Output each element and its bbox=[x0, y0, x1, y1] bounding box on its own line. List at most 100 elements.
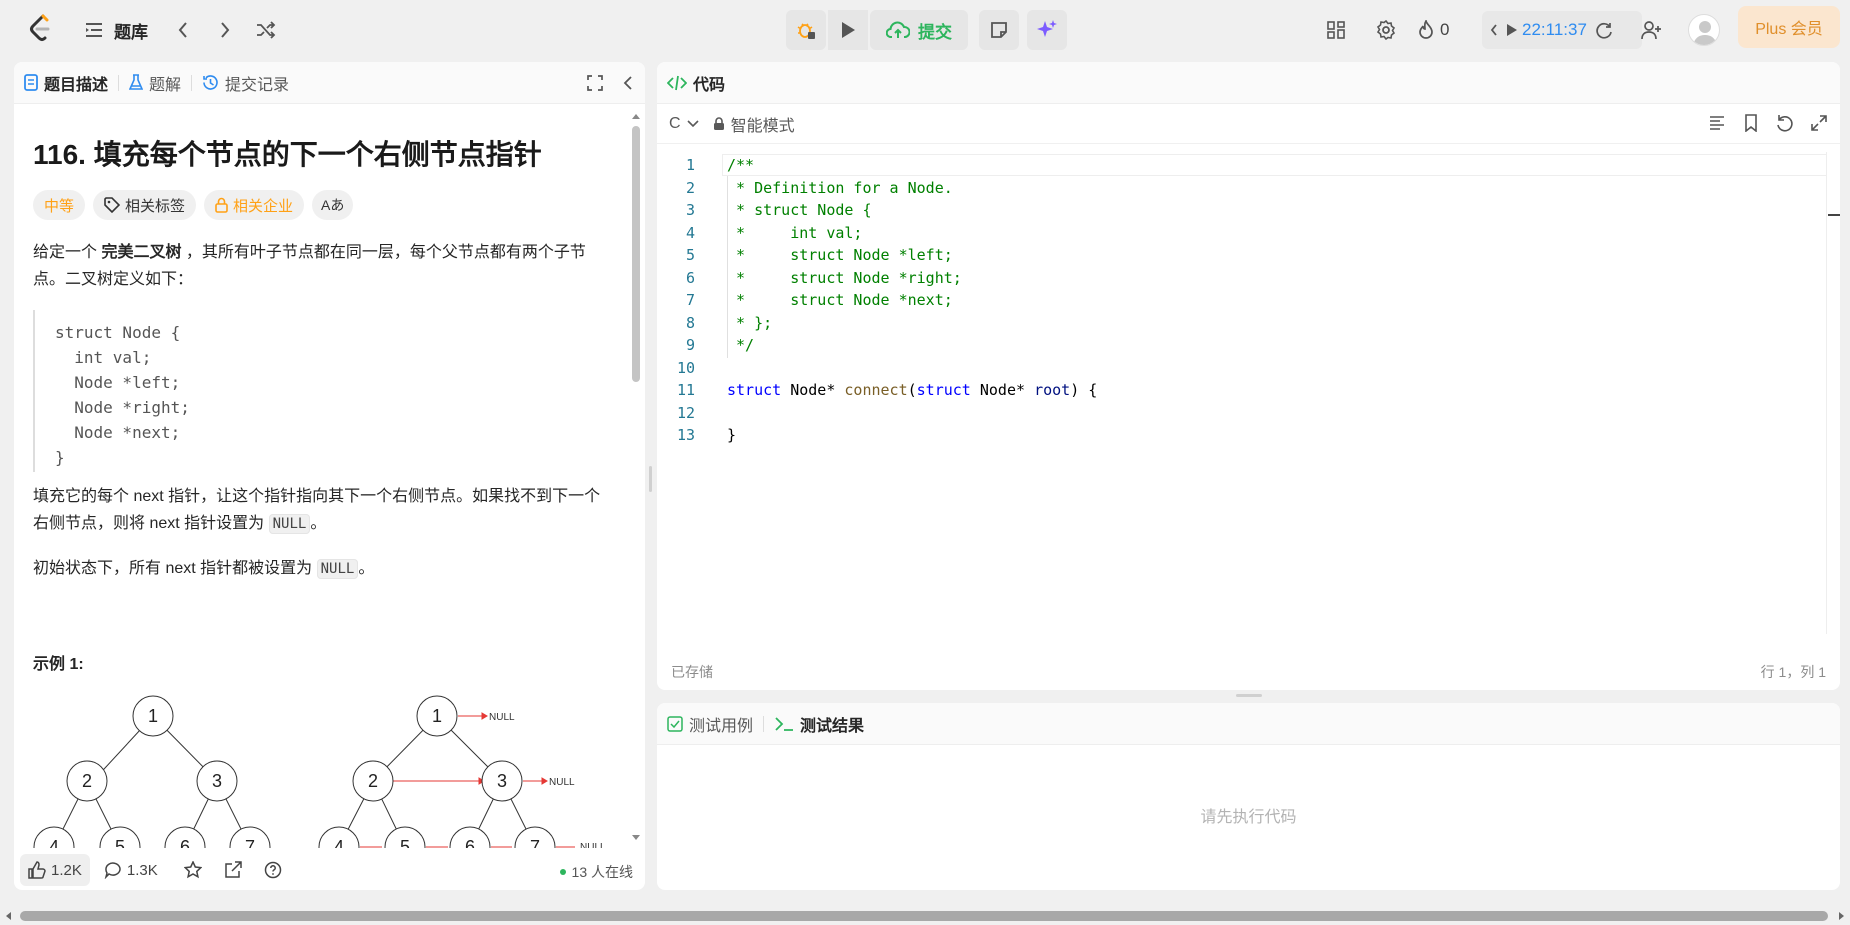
chevron-down-icon bbox=[686, 119, 699, 127]
submit-button[interactable]: 提交 bbox=[870, 10, 968, 50]
scroll-right-icon bbox=[1839, 912, 1844, 920]
timer[interactable]: 22:11:37 bbox=[1482, 11, 1642, 49]
problem-list-button[interactable]: 题库 bbox=[84, 17, 148, 43]
tab-test-case[interactable]: 测试用例 bbox=[657, 703, 763, 745]
favorite-button[interactable] bbox=[176, 854, 210, 886]
next-problem-button[interactable] bbox=[211, 16, 239, 44]
scrollbar-thumb[interactable] bbox=[632, 126, 640, 382]
tree-node: 2 bbox=[368, 771, 378, 791]
expand-editor-button[interactable] bbox=[1810, 114, 1828, 132]
invite-button[interactable] bbox=[1638, 16, 1666, 44]
horizontal-splitter[interactable] bbox=[1236, 694, 1262, 697]
smart-mode-toggle[interactable]: 智能模式 bbox=[713, 112, 795, 136]
related-tags-button[interactable]: 相关标签 bbox=[93, 190, 197, 220]
null-code: NULL bbox=[268, 514, 311, 534]
page-horizontal-scrollbar[interactable] bbox=[0, 905, 1850, 925]
problem-footer: 1.2K 1.3K 13 人在线 bbox=[14, 850, 645, 890]
random-problem-button[interactable] bbox=[252, 16, 280, 44]
tab-description-label: 题目描述 bbox=[44, 76, 109, 94]
code-line: 3 * struct Node { bbox=[657, 199, 1827, 222]
format-button[interactable] bbox=[1708, 114, 1726, 132]
share-icon bbox=[224, 861, 242, 878]
left-tabs: 题目描述 题解 提交记录 bbox=[14, 62, 645, 104]
struct-definition: struct Node { int val; Node *left; Node … bbox=[33, 310, 608, 472]
help-button[interactable] bbox=[256, 854, 290, 886]
line-number: 7 bbox=[685, 291, 695, 309]
thumbs-up-icon bbox=[28, 861, 46, 879]
prev-problem-button[interactable] bbox=[169, 16, 197, 44]
code-text: * struct Node *right; bbox=[727, 268, 962, 287]
language-select[interactable]: C bbox=[669, 115, 699, 133]
chevron-left-icon bbox=[178, 22, 187, 38]
translate-button[interactable]: Aあ bbox=[312, 190, 354, 220]
code-text: * }; bbox=[727, 313, 773, 332]
tab-code[interactable]: 代码 bbox=[657, 62, 735, 104]
line-number: 11 bbox=[677, 381, 696, 399]
run-button[interactable] bbox=[828, 10, 868, 50]
code-text: } bbox=[727, 426, 737, 444]
checkbox-icon bbox=[667, 715, 683, 732]
avatar[interactable] bbox=[1688, 14, 1720, 46]
notes-button[interactable] bbox=[979, 10, 1019, 50]
plus-membership-button[interactable]: Plus 会员 bbox=[1738, 6, 1840, 48]
para3-text: 初始状态下，所有 next 指针都被设置为 bbox=[33, 560, 317, 577]
example-image: 1 2 3 4 5 6 7 1 2 3 4 5 6 7 NULL NULL NU… bbox=[30, 690, 620, 848]
comments-button[interactable]: 1.3K bbox=[96, 854, 166, 886]
scroll-down-icon bbox=[632, 835, 640, 840]
like-button[interactable]: 1.2K bbox=[20, 854, 90, 886]
scroll-up-icon bbox=[632, 114, 640, 119]
tree-node: 2 bbox=[82, 771, 92, 791]
collapse-panel-button[interactable] bbox=[623, 75, 633, 91]
shuffle-icon bbox=[257, 21, 276, 39]
settings-button[interactable] bbox=[1372, 16, 1400, 44]
editor-scrollbar[interactable] bbox=[1826, 152, 1840, 634]
problem-intro: 给定一个 完美二叉树 ，其所有叶子节点都在同一层，每个父节点都有两个子节点。二叉… bbox=[33, 239, 608, 293]
fullscreen-button[interactable] bbox=[587, 75, 603, 91]
related-companies-button[interactable]: 相关企业 bbox=[204, 190, 305, 220]
code-text: * struct Node *left; bbox=[727, 246, 953, 264]
tab-solutions[interactable]: 题解 bbox=[119, 62, 191, 104]
timer-reset-button[interactable] bbox=[1595, 21, 1613, 39]
gear-icon bbox=[1376, 20, 1396, 40]
lock-icon bbox=[713, 116, 724, 130]
expand-icon bbox=[1811, 115, 1827, 131]
tree-node: 5 bbox=[115, 837, 125, 848]
problem-scrollbar[interactable] bbox=[630, 112, 640, 842]
timer-play-button[interactable] bbox=[1506, 23, 1518, 37]
reset-code-button[interactable] bbox=[1776, 114, 1794, 132]
code-text: * struct Node { bbox=[727, 201, 872, 219]
bookmark-button[interactable] bbox=[1742, 114, 1760, 132]
debug-button[interactable] bbox=[786, 10, 826, 50]
play-icon bbox=[842, 22, 855, 38]
code-text: * struct Node *next; bbox=[727, 291, 953, 309]
code-line: 4 * int val; bbox=[657, 222, 1827, 245]
tree-node: 7 bbox=[530, 837, 540, 848]
ai-assistant-button[interactable] bbox=[1027, 10, 1067, 50]
layout-button[interactable] bbox=[1322, 16, 1350, 44]
translate-icon: Aあ bbox=[321, 197, 345, 213]
code-line: 12 bbox=[657, 402, 1827, 425]
null-label: NULL bbox=[580, 842, 606, 848]
tab-submissions[interactable]: 提交记录 bbox=[192, 62, 299, 104]
code-line: 13} bbox=[657, 424, 1827, 447]
tree-node: 3 bbox=[497, 771, 507, 791]
flame-icon bbox=[1419, 20, 1433, 39]
vertical-splitter[interactable] bbox=[649, 466, 652, 492]
streak-counter[interactable]: 0 bbox=[1418, 16, 1462, 44]
scrollbar-thumb[interactable] bbox=[20, 911, 1828, 921]
tab-test-result-label: 测试结果 bbox=[800, 717, 865, 735]
expand-icon bbox=[587, 75, 603, 91]
editor-tabs: 代码 bbox=[657, 62, 1840, 104]
terminal-icon bbox=[775, 716, 794, 731]
timer-collapse-button[interactable] bbox=[1490, 23, 1498, 37]
code-area[interactable]: 1 /** 2 * Definition for a Node. 3 * str… bbox=[657, 154, 1827, 634]
leetcode-logo-icon[interactable] bbox=[27, 14, 53, 44]
tab-submissions-label: 提交记录 bbox=[225, 76, 290, 94]
share-button[interactable] bbox=[216, 854, 250, 886]
tree-node: 3 bbox=[212, 771, 222, 791]
tab-description[interactable]: 题目描述 bbox=[14, 62, 118, 104]
tab-test-result[interactable]: 测试结果 bbox=[764, 703, 874, 745]
undo-icon bbox=[1777, 115, 1793, 132]
difficulty-badge[interactable]: 中等 bbox=[33, 190, 86, 220]
editor-toolbar: C 智能模式 bbox=[657, 104, 1840, 144]
